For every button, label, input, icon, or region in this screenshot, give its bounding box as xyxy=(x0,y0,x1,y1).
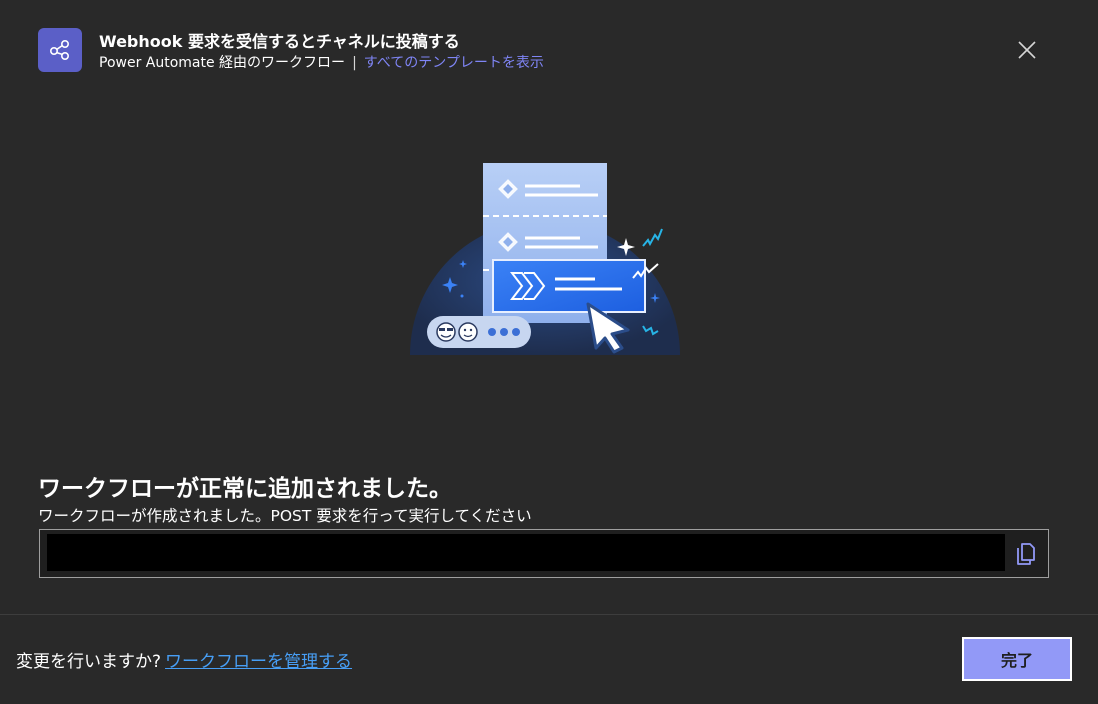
subtitle-separator: | xyxy=(352,55,357,71)
success-heading: ワークフローが正常に追加されました。 xyxy=(38,476,452,502)
footer-divider xyxy=(0,614,1098,615)
flow-share-icon xyxy=(38,28,82,72)
dialog-title: Webhook 要求を受信するとチャネルに投稿する xyxy=(99,32,460,51)
manage-workflow-link[interactable]: ワークフローを管理する xyxy=(165,652,352,672)
workflow-success-illustration xyxy=(400,150,700,370)
workflow-dialog: Webhook 要求を受信するとチャネルに投稿する Power Automate… xyxy=(0,0,1098,704)
done-button[interactable]: 完了 xyxy=(962,637,1072,681)
close-icon xyxy=(1018,41,1036,59)
subtitle-source: Power Automate 経由のワークフロー xyxy=(99,55,346,71)
close-button[interactable] xyxy=(1014,37,1040,63)
footer-question: 変更を行いますか? xyxy=(16,652,162,672)
view-all-templates-link[interactable]: すべてのテンプレートを表示 xyxy=(364,55,544,71)
copy-icon xyxy=(1017,543,1035,565)
copy-url-button[interactable] xyxy=(1014,540,1038,568)
dialog-header: Webhook 要求を受信するとチャネルに投稿する Power Automate… xyxy=(0,0,1098,86)
webhook-url-field xyxy=(39,529,1049,578)
success-description: ワークフローが作成されました。POST 要求を行って実行してください xyxy=(38,507,532,525)
dialog-subtitle: Power Automate 経由のワークフロー | すべてのテンプレートを表示 xyxy=(99,52,544,72)
footer-prompt: 変更を行いますか? ワークフローを管理する xyxy=(16,647,352,672)
webhook-url-input[interactable] xyxy=(47,534,1005,571)
